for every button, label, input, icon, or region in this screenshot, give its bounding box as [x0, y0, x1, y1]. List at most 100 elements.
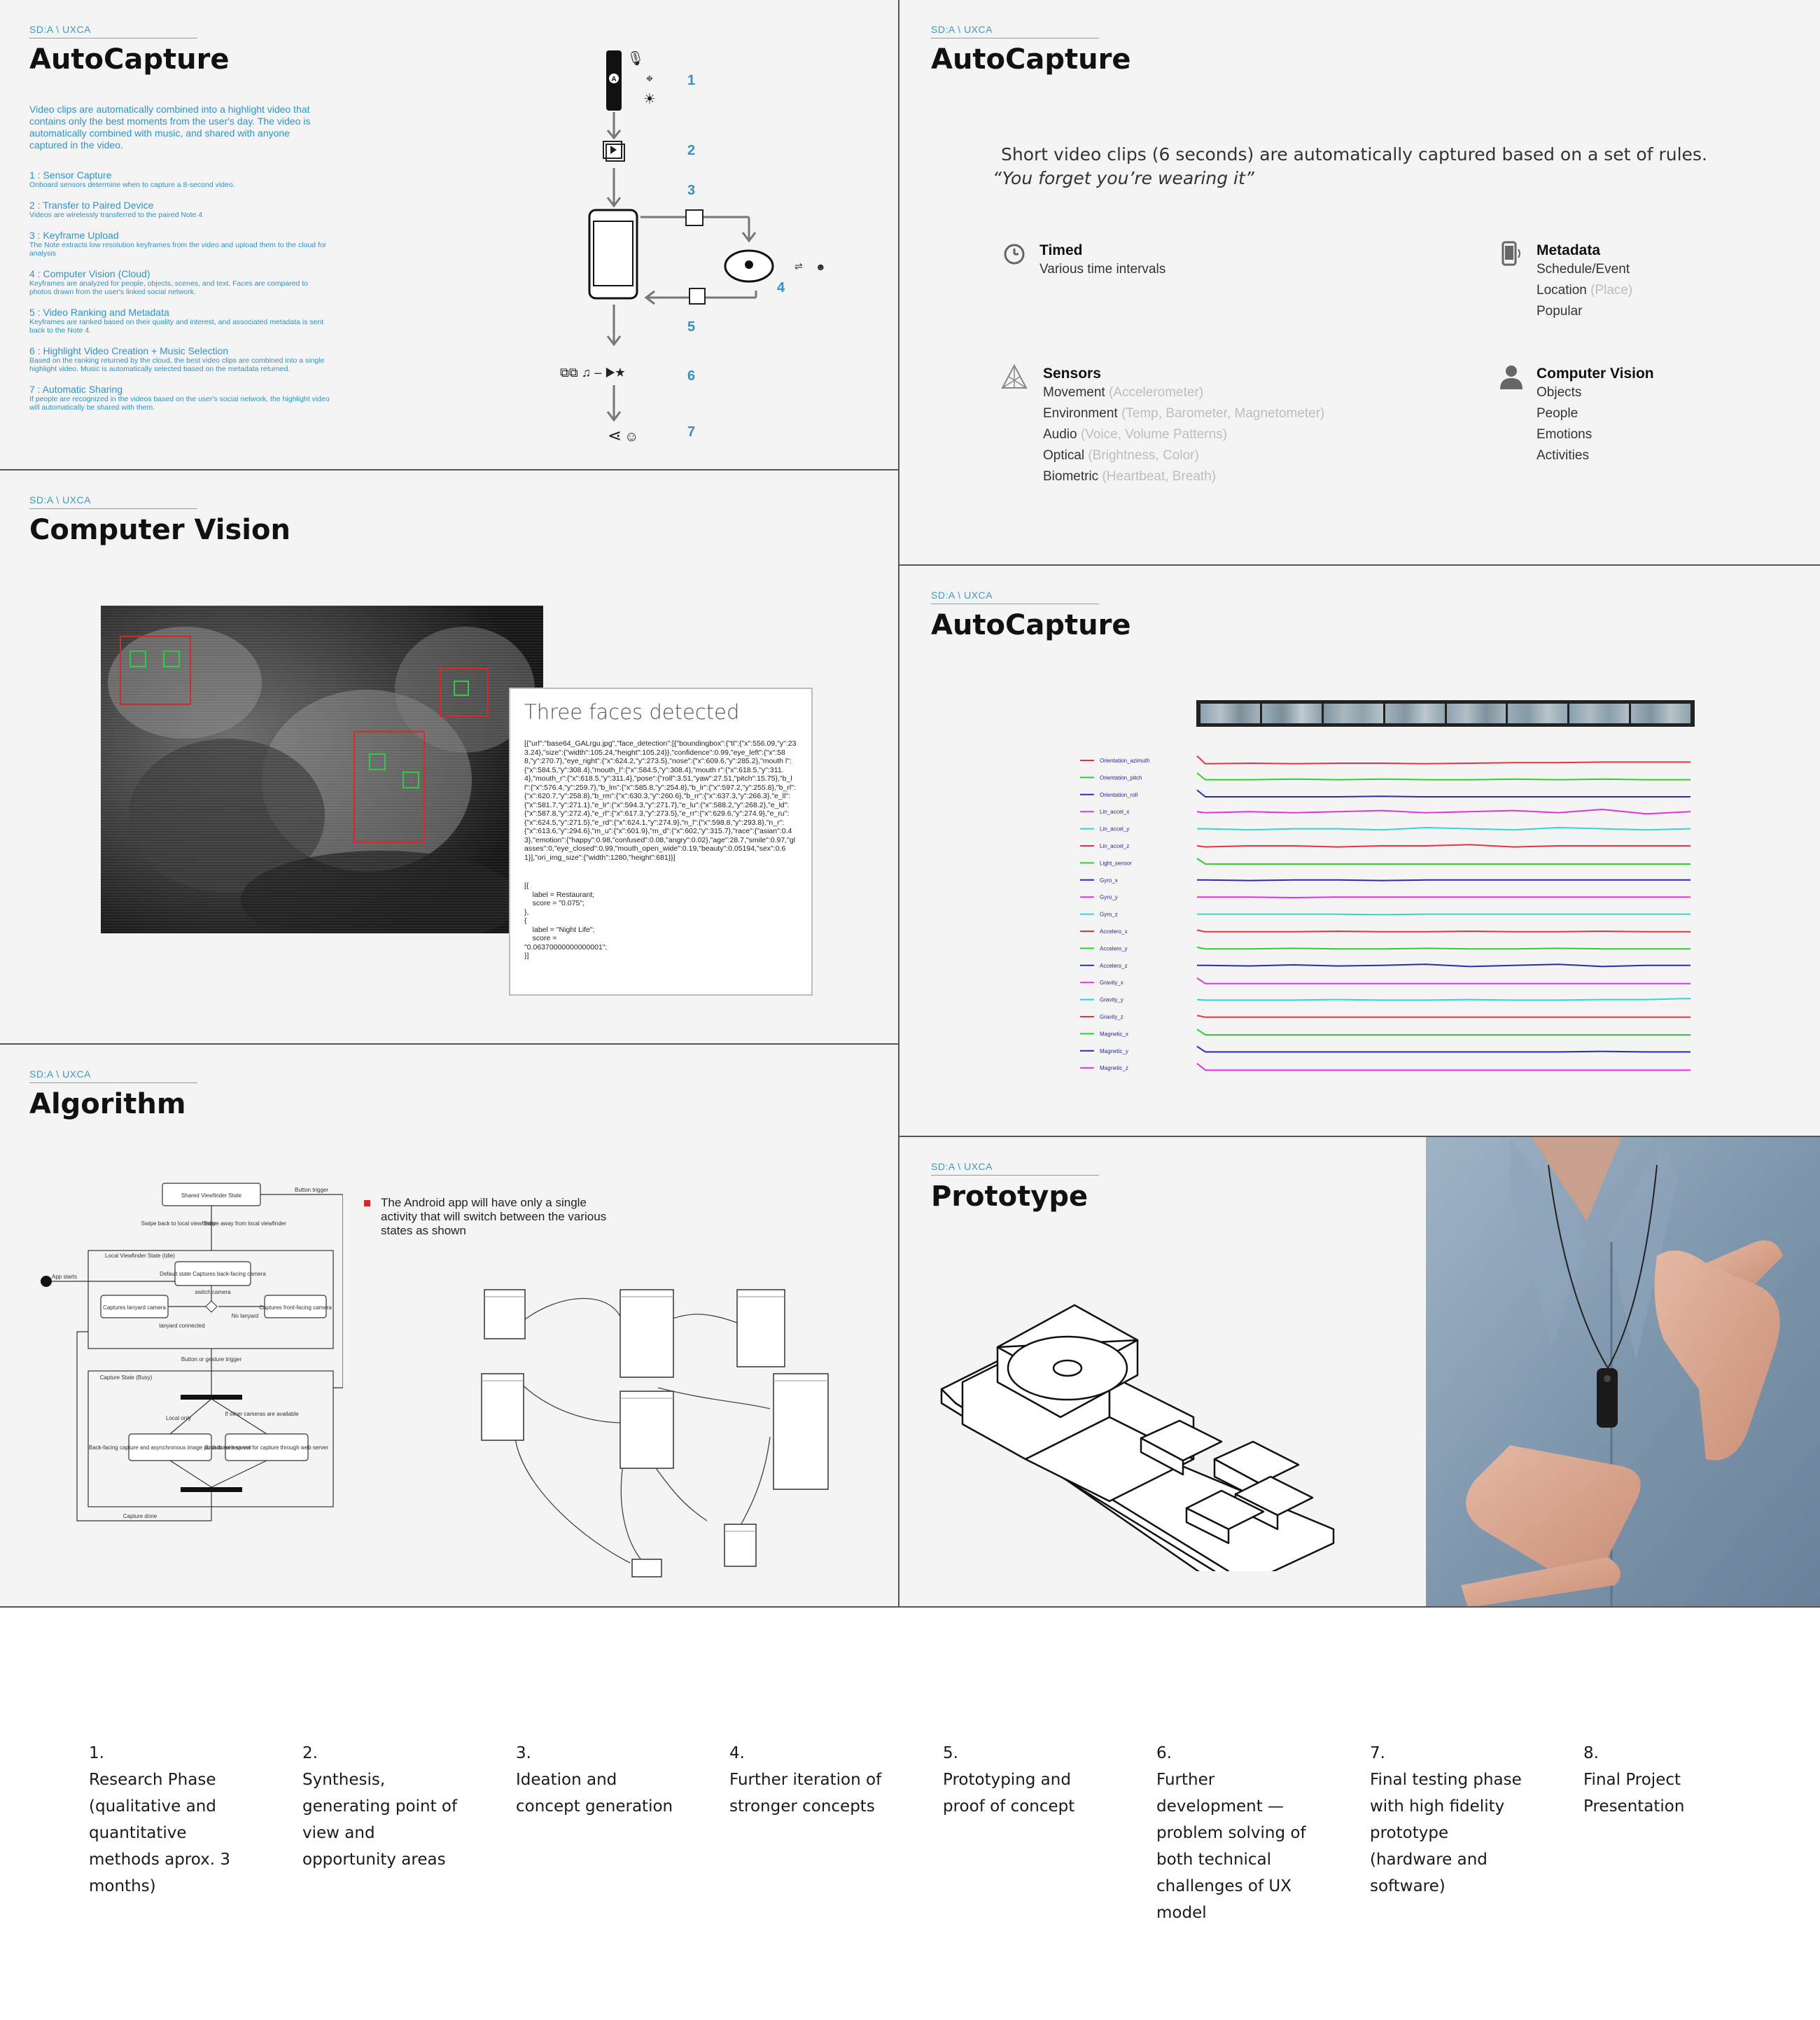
step-title: 1 : Sensor Capture — [29, 169, 112, 181]
legend-label: Orientation_azimuth — [1100, 758, 1150, 764]
phase-number: 8. — [1583, 1744, 1599, 1762]
bullet-marker — [364, 1200, 370, 1206]
step-desc: Videos are wirelessly transferred to the… — [29, 211, 203, 219]
diagram-label: Captures front-facing camera — [259, 1304, 332, 1311]
detection-card: Three faces detected [{"url":"base64_GAL… — [509, 688, 813, 996]
series-line — [1197, 879, 1690, 882]
link-icon: ⇌ — [794, 260, 803, 272]
slide-title: Prototype — [931, 1180, 1088, 1213]
sensor-value: Biometric — [1043, 469, 1099, 484]
diagram-label: Button trigger — [295, 1187, 328, 1193]
phase-number: 4. — [729, 1744, 745, 1762]
tag-divider — [931, 1175, 1099, 1176]
intro-text: Video clips are automatically combined i… — [29, 104, 311, 151]
metadata-value: Schedule/Event — [1536, 262, 1630, 277]
slide-title: Computer Vision — [29, 514, 290, 546]
filmstrip-frame — [1508, 704, 1568, 723]
sensor-line: Environment (Temp, Barometer, Magnetomet… — [1043, 403, 1324, 424]
slide-tag: SD:A \ UXCA — [29, 24, 91, 35]
metadata-value: Location — [1536, 283, 1587, 298]
legend-label: Gravity_y — [1100, 997, 1124, 1003]
face-detection-photo — [101, 606, 543, 933]
diagram-label: Shared Viewfinder State — [181, 1192, 242, 1199]
diagram-label: Default state Captures back-facing camer… — [160, 1271, 266, 1277]
series-line — [1196, 977, 1690, 984]
person-link-icon: ☻ — [816, 261, 826, 272]
filmstrip-frame — [1261, 704, 1322, 723]
legend-label: Lin_accel_z — [1100, 843, 1129, 849]
legend-label: Gyro_y — [1100, 894, 1118, 900]
filmstrip-frame — [1446, 704, 1506, 723]
flow-number: 4 — [777, 280, 785, 295]
series-line — [1196, 755, 1690, 765]
flow-number: 2 — [687, 143, 696, 158]
metadata-category: Metadata Schedule/Event Location (Place)… — [1502, 241, 1632, 322]
fork-bar — [181, 1395, 242, 1400]
filmstrip-frame — [1631, 704, 1690, 723]
series-line — [1196, 858, 1690, 865]
detection-title: Three faces detected — [524, 700, 740, 724]
flow-diagram: A 🎙 ⌖ ☀ ⇌ ☻ ⧉⧉ ♫ – ▶★ ⋖ ☺ — [560, 50, 826, 445]
phase-item: 6. Further development — problem solving … — [1156, 1740, 1317, 1926]
sensor-hint: (Accelerometer) — [1108, 385, 1204, 400]
slide-prototype: SD:A \ UXCA Prototype — [899, 1137, 1820, 1608]
series-line — [1196, 946, 1690, 950]
sun-icon: ☀ — [643, 92, 656, 107]
bullet-text: The Android app will have only a single … — [381, 1196, 607, 1237]
metadata-title: Metadata — [1536, 242, 1601, 258]
series-line — [1197, 826, 1691, 831]
phase-number: 1. — [89, 1744, 104, 1762]
rules-lead: Short video clips (6 seconds) are automa… — [1001, 144, 1707, 165]
series-line — [1196, 772, 1690, 781]
prototype-photo — [1426, 1137, 1820, 1606]
step-desc: Keyframes are ranked based on their qual… — [29, 318, 324, 335]
cv-line: Activities — [1536, 448, 1589, 463]
share-icon: ⋖ — [608, 426, 622, 445]
step-item: 1 : Sensor Capture Onboard sensors determ… — [29, 169, 330, 189]
filmstrip-frame — [1200, 704, 1260, 723]
metadata-line: Location (Place) — [1536, 280, 1632, 301]
phase-item: 4. Further iteration of stronger concepts — [729, 1740, 890, 1820]
phase-text: Synthesis, generating point of view and … — [302, 1771, 458, 1869]
series-line — [1197, 896, 1690, 899]
slide-sensor-chart: SD:A \ UXCA AutoCapture Orientation_azim… — [899, 566, 1820, 1137]
step-desc: The Note extracts low resolution keyfram… — [29, 241, 327, 258]
step-title: 4 : Computer Vision (Cloud) — [29, 268, 150, 279]
diagram-label: switch camera — [195, 1289, 231, 1295]
cv-line: Emotions — [1536, 427, 1592, 442]
legend-label: Lin_accel_x — [1100, 809, 1129, 815]
device-icon — [1502, 241, 1520, 266]
series-line — [1196, 929, 1690, 933]
legend-label: Gravity_x — [1100, 980, 1124, 986]
slide-title: AutoCapture — [931, 609, 1131, 641]
legend-label: Accelero_z — [1100, 963, 1128, 969]
step-title: 7 : Automatic Sharing — [29, 384, 123, 395]
series-line — [1197, 913, 1690, 916]
legend-label: Accelero_y — [1100, 945, 1128, 952]
flow-number: 7 — [687, 424, 696, 440]
series-line — [1196, 844, 1690, 848]
flow-number: 3 — [687, 183, 696, 198]
cv-line: People — [1536, 406, 1578, 421]
series-line — [1197, 963, 1690, 968]
step-desc: If people are recognized in the videos b… — [29, 395, 330, 412]
series-line — [1196, 998, 1691, 1001]
metadata-return-icon — [689, 288, 706, 305]
step-item: 7 : Automatic Sharing If people are recog… — [29, 384, 330, 412]
phase-number: 5. — [943, 1744, 958, 1762]
sensor-hint: (Voice, Volume Patterns) — [1080, 427, 1227, 442]
step-title: 6 : Highlight Video Creation + Music Sel… — [29, 345, 229, 356]
algorithm-bullet: The Android app will have only a single … — [364, 1196, 609, 1238]
detection-json: [{"url":"base64_GALrgu.jpg","face_detect… — [524, 739, 797, 862]
diagram-label: If other cameras are available — [225, 1411, 299, 1417]
flow-number: 6 — [687, 368, 696, 384]
phase-text: Prototyping and proof of concept — [943, 1771, 1075, 1816]
sensor-hint: (Heartbeat, Breath) — [1102, 469, 1217, 484]
diagram-label: Capture done — [123, 1513, 158, 1519]
slide-title: AutoCapture — [931, 43, 1131, 76]
diagram-label: App starts — [52, 1274, 77, 1280]
step-desc: Keyframes are analyzed for people, objec… — [29, 279, 309, 296]
legend-label: Gravity_z — [1100, 1014, 1124, 1020]
state-diagram: Shared Viewfinder State Button trigger S… — [41, 1183, 343, 1521]
phase-number: 6. — [1156, 1744, 1172, 1762]
